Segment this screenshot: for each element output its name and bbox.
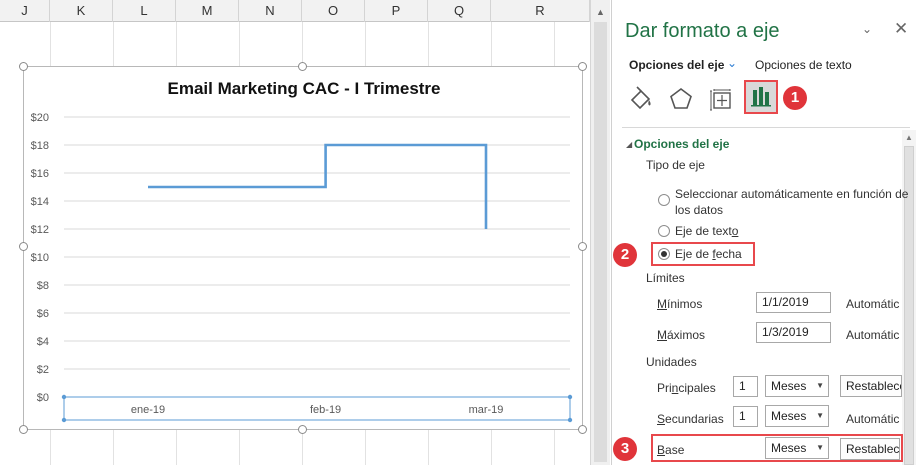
x-tick-label: ene-19 (131, 404, 165, 416)
pane-scrollbar[interactable]: ▲ (902, 130, 916, 465)
x-axis-handle (61, 417, 67, 423)
major-unit-label: Principales (657, 381, 716, 395)
dropdown-arrow-icon: ▼ (816, 411, 824, 420)
axis-options-bar-chart-icon[interactable] (744, 80, 778, 114)
scroll-up-icon[interactable]: ▲ (905, 133, 913, 142)
minimum-auto-status: Automátic (846, 297, 900, 311)
axis-options-tab[interactable]: Opciones del eje (629, 58, 724, 72)
callout-badge-2: 2 (613, 243, 637, 267)
column-header-o[interactable]: O (302, 0, 365, 22)
dropdown-arrow-icon: ▼ (816, 381, 824, 390)
major-reset-button[interactable]: Restablece (840, 375, 902, 397)
chevron-down-icon[interactable]: ⌄ (727, 56, 737, 70)
radio-text-axis[interactable] (658, 225, 670, 237)
y-tick-label: $18 (31, 140, 49, 152)
column-header-r[interactable]: R (491, 0, 590, 22)
base-unit-select[interactable]: Meses ▼ (765, 437, 829, 459)
radio-date-axis[interactable] (658, 248, 670, 260)
callout-badge-1: 1 (783, 86, 807, 110)
column-header-p[interactable]: P (365, 0, 428, 22)
y-tick-label: $8 (37, 280, 49, 292)
scroll-up-icon[interactable]: ▲ (594, 6, 607, 18)
radio-auto[interactable] (658, 194, 670, 206)
x-axis-handle (61, 394, 67, 400)
minimum-label: Mínimos (657, 297, 703, 311)
collapse-triangle-icon[interactable]: ◢ (626, 140, 632, 149)
resize-handle-left[interactable] (19, 242, 28, 251)
minor-unit-label: Secundarias (657, 412, 724, 426)
x-axis-handle (567, 417, 573, 423)
resize-handle-bottom-right[interactable] (578, 425, 587, 434)
resize-handle-bottom-left[interactable] (19, 425, 28, 434)
y-tick-label: $12 (31, 224, 49, 236)
major-unit-select[interactable]: Meses ▼ (765, 375, 829, 397)
series-line (148, 143, 488, 229)
vertical-scrollbar[interactable]: ▲ (590, 0, 610, 465)
axis-type-label: Tipo de eje (646, 158, 705, 172)
section-header-axis-options[interactable]: Opciones del eje (634, 137, 729, 151)
minimum-input[interactable]: 1/1/2019 (756, 292, 831, 313)
effects-pentagon-icon[interactable] (666, 84, 696, 114)
base-reset-button[interactable]: Restablece (840, 438, 900, 460)
fill-line-icon[interactable] (626, 84, 656, 114)
format-axis-pane: Dar formato a eje ⌄ ✕ Opciones del eje ⌄… (611, 0, 917, 465)
callout-badge-3: 3 (613, 437, 637, 461)
x-axis-handle (567, 394, 573, 400)
resize-handle-bottom[interactable] (298, 425, 307, 434)
column-header-k[interactable]: K (50, 0, 113, 22)
close-icon[interactable]: ✕ (894, 19, 908, 39)
resize-handle-top-right[interactable] (578, 62, 587, 71)
column-header-j[interactable]: J (0, 0, 50, 22)
column-header-q[interactable]: Q (428, 0, 491, 22)
major-unit-input[interactable]: 1 (733, 376, 758, 397)
dropdown-arrow-icon: ▼ (816, 443, 824, 452)
pane-title: Dar formato a eje (625, 20, 780, 42)
pane-options-chevron-icon[interactable]: ⌄ (862, 22, 872, 36)
worksheet[interactable]: J K L M N O P Q R Email Marketing CAC - … (0, 0, 590, 465)
minor-auto-status: Automátic (846, 412, 900, 426)
radio-auto-label-line1[interactable]: Seleccionar automáticamente en función d… (675, 187, 908, 201)
column-header-n[interactable]: N (239, 0, 302, 22)
maximum-auto-status: Automátic (846, 328, 900, 342)
scroll-thumb[interactable] (594, 22, 607, 462)
resize-handle-top-left[interactable] (19, 62, 28, 71)
limits-label: Límites (646, 271, 685, 285)
base-unit-label: Base (657, 443, 685, 457)
radio-auto-label-line2[interactable]: los datos (675, 203, 723, 217)
size-properties-icon[interactable] (706, 84, 736, 114)
y-tick-label: $10 (31, 252, 49, 264)
maximum-label: Máximos (657, 328, 706, 342)
y-tick-label: $20 (31, 112, 49, 124)
y-tick-label: $2 (37, 364, 49, 376)
chart-object[interactable]: Email Marketing CAC - I Trimestre $0 $2 $4… (23, 66, 583, 430)
y-tick-label: $14 (31, 196, 49, 208)
column-header-row: J K L M N O P Q R (0, 0, 590, 22)
radio-text-axis-label[interactable]: Eje de texto (675, 224, 738, 238)
plot-area[interactable]: $0 $2 $4 $6 $8 $10 $12 $14 $16 $18 $20 ene-19 feb-19… (24, 67, 584, 431)
minor-unit-input[interactable]: 1 (733, 406, 758, 427)
column-header-l[interactable]: L (113, 0, 176, 22)
y-tick-label: $4 (37, 336, 49, 348)
units-label: Unidades (646, 355, 697, 369)
text-options-tab[interactable]: Opciones de texto (755, 58, 852, 72)
radio-date-axis-label[interactable]: Eje de fecha (675, 247, 742, 261)
column-header-m[interactable]: M (176, 0, 239, 22)
y-tick-label: $0 (37, 392, 49, 404)
resize-handle-top[interactable] (298, 62, 307, 71)
y-tick-label: $16 (31, 168, 49, 180)
minor-unit-select[interactable]: Meses ▼ (765, 405, 829, 427)
maximum-input[interactable]: 1/3/2019 (756, 322, 831, 343)
x-tick-label: feb-19 (310, 404, 341, 416)
x-tick-label: mar-19 (469, 404, 504, 416)
y-tick-label: $6 (37, 308, 49, 320)
resize-handle-right[interactable] (578, 242, 587, 251)
pane-divider (622, 127, 910, 128)
